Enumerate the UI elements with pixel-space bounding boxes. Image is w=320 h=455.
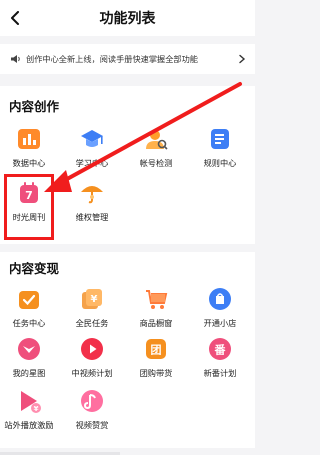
- svg-text:¥: ¥: [91, 294, 98, 305]
- mid-video-plan-icon: [81, 338, 103, 360]
- star-map-icon: [18, 338, 40, 360]
- time-weekly-icon: 7: [20, 182, 38, 203]
- notice-bar[interactable]: 创作中心全新上线，阅读手册快速掌握全部功能: [0, 44, 255, 74]
- content-monetization-section: 内容变现 任务中心 ¥ 全民任务 商品橱窗 开通小店 我的星图 中视频计划 团 …: [0, 252, 255, 448]
- task-center-item[interactable]: 任务中心: [0, 286, 58, 332]
- speaker-icon: [11, 55, 20, 63]
- svg-text:团: 团: [151, 344, 162, 357]
- account-check-item[interactable]: 帐号检测: [127, 126, 185, 172]
- video-tip-icon: [81, 390, 103, 412]
- svg-text:番: 番: [214, 343, 227, 357]
- chevron-left-icon: [11, 11, 19, 25]
- account-check-icon: [146, 130, 168, 150]
- product-window-item[interactable]: 商品橱窗: [127, 286, 185, 332]
- rights-management-icon: [81, 186, 103, 204]
- open-shop-item[interactable]: 开通小店: [191, 286, 249, 332]
- task-center-icon: [19, 291, 39, 309]
- rights-management-item[interactable]: 维权管理: [63, 180, 121, 226]
- learning-center-icon: [81, 130, 103, 147]
- svg-text:7: 7: [25, 189, 33, 202]
- section-title: 内容创作: [9, 99, 60, 114]
- rules-center-icon: [211, 129, 229, 149]
- top-bar: 功能列表: [0, 0, 255, 36]
- group-buy-icon: 团: [146, 339, 166, 359]
- open-shop-icon: [209, 288, 231, 310]
- chevron-right-icon[interactable]: [237, 54, 247, 64]
- all-people-task-icon: ¥: [82, 289, 102, 309]
- product-window-icon: [146, 290, 168, 309]
- back-button[interactable]: [6, 9, 24, 27]
- group-buy-item[interactable]: 团 团购带货: [127, 336, 185, 382]
- svg-text:¥: ¥: [34, 405, 39, 413]
- content-creation-section: 内容创作 数据中心 学习中心 帐号检测 规则中心 7 时光周刊 维权管理: [0, 86, 255, 244]
- new-series-plan-icon: 番: [209, 338, 231, 360]
- new-series-plan-item[interactable]: 番 新番计划: [191, 336, 249, 382]
- page-title: 功能列表: [99, 11, 156, 27]
- data-center-item[interactable]: 数据中心: [0, 126, 58, 172]
- section-title: 内容变现: [9, 261, 60, 276]
- notice-text: 创作中心全新上线，阅读手册快速掌握全部功能: [26, 54, 198, 64]
- data-center-icon: [18, 129, 40, 149]
- all-people-task-item[interactable]: ¥ 全民任务: [63, 286, 121, 332]
- time-weekly-item[interactable]: 7 时光周刊: [0, 180, 58, 226]
- video-tip-item[interactable]: 视频赞赏: [63, 388, 121, 434]
- offsite-play-reward-item[interactable]: ¥ 站外播放激励: [0, 388, 58, 434]
- mid-video-plan-item[interactable]: 中视频计划: [63, 336, 121, 382]
- learning-center-item[interactable]: 学习中心: [63, 126, 121, 172]
- star-map-item[interactable]: 我的星图: [0, 336, 58, 382]
- offsite-play-reward-icon: ¥: [21, 391, 41, 413]
- rules-center-item[interactable]: 规则中心: [191, 126, 249, 172]
